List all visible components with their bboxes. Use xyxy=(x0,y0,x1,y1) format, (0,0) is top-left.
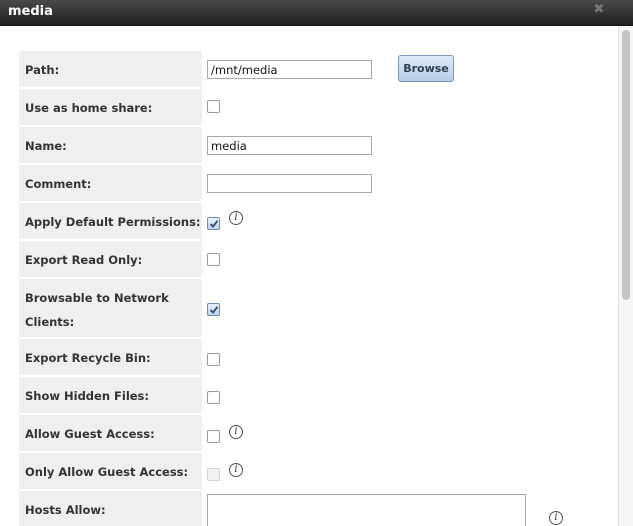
read-only-cell xyxy=(204,241,618,277)
guest-access-cell xyxy=(204,415,618,451)
recycle-bin-cell xyxy=(204,339,618,375)
info-icon[interactable]: i xyxy=(549,511,563,525)
home-share-cell xyxy=(204,89,618,125)
info-icon[interactable]: i xyxy=(229,463,243,477)
comment-input[interactable] xyxy=(207,174,372,193)
vertical-scrollbar[interactable] xyxy=(618,26,633,526)
guest-access-label: Allow Guest Access: xyxy=(19,415,202,451)
share-form: Path: Browse Use as home share: Name: Co… xyxy=(0,26,618,526)
path-label: Path: xyxy=(19,51,202,87)
guest-only-cell xyxy=(204,453,618,489)
scrollbar-thumb[interactable] xyxy=(622,30,630,300)
info-icon[interactable]: i xyxy=(229,425,243,439)
home-share-label: Use as home share: xyxy=(19,89,202,125)
recycle-bin-checkbox[interactable] xyxy=(207,353,220,366)
browse-button[interactable]: Browse xyxy=(398,55,454,82)
info-icon[interactable]: i xyxy=(229,211,243,225)
browsable-label: Browsable to Network Clients: xyxy=(19,279,202,337)
hidden-files-cell xyxy=(204,377,618,413)
name-input[interactable] xyxy=(207,136,372,155)
guest-access-checkbox[interactable] xyxy=(207,430,220,443)
home-share-checkbox[interactable] xyxy=(207,100,220,113)
dialog-titlebar: media ✖ xyxy=(0,0,633,26)
default-permissions-checkbox[interactable] xyxy=(207,217,220,230)
dialog-title: media xyxy=(8,4,53,19)
checkmark-icon xyxy=(209,306,219,314)
hidden-files-checkbox[interactable] xyxy=(207,391,220,404)
hosts-allow-textarea[interactable] xyxy=(207,494,526,526)
hidden-files-label: Show Hidden Files: xyxy=(19,377,202,413)
checkmark-icon xyxy=(209,220,219,228)
read-only-label: Export Read Only: xyxy=(19,241,202,277)
path-input[interactable] xyxy=(207,60,372,79)
default-permissions-label: Apply Default Permissions: xyxy=(19,203,202,239)
close-icon[interactable]: ✖ xyxy=(592,3,606,17)
guest-only-label: Only Allow Guest Access: xyxy=(19,453,202,489)
recycle-bin-label: Export Recycle Bin: xyxy=(19,339,202,375)
comment-label: Comment: xyxy=(19,165,202,201)
name-label: Name: xyxy=(19,127,202,163)
default-permissions-cell xyxy=(204,203,618,239)
browsable-cell xyxy=(204,279,618,337)
browsable-checkbox[interactable] xyxy=(207,303,220,316)
hosts-allow-label: Hosts Allow: xyxy=(19,491,202,526)
read-only-checkbox[interactable] xyxy=(207,253,220,266)
guest-only-checkbox xyxy=(207,468,220,481)
